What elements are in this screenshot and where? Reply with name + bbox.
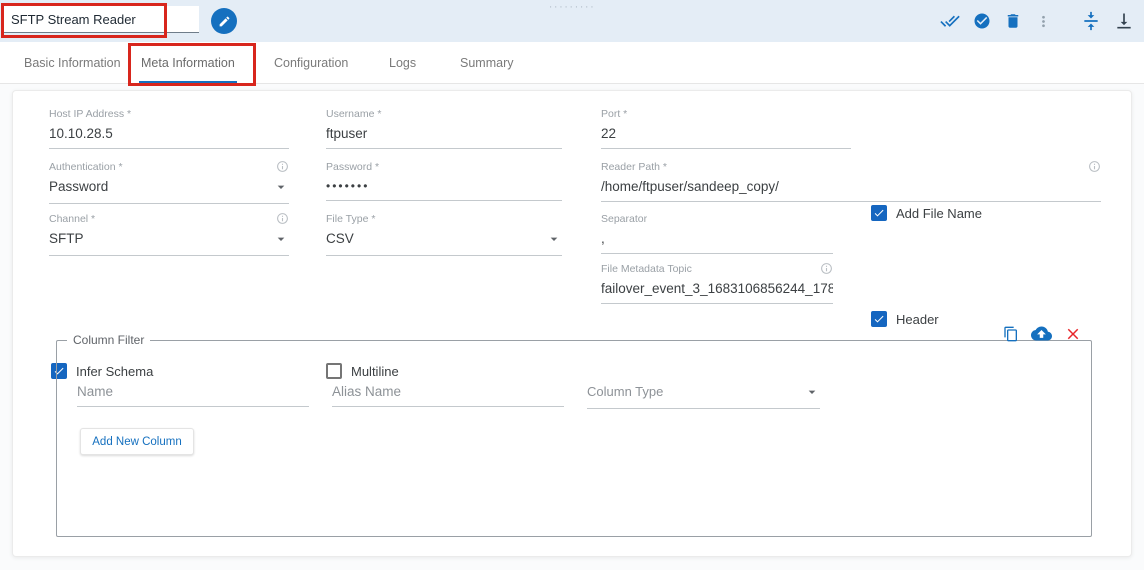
alias-name-input[interactable] — [332, 379, 564, 407]
file-type-label: File Type * — [326, 212, 376, 225]
toolbar-actions — [940, 0, 1134, 42]
add-new-column-button[interactable]: Add New Column — [80, 428, 194, 455]
drag-handle[interactable]: ········· — [549, 1, 595, 13]
channel-field: Channel * SFTP — [49, 211, 289, 256]
info-icon[interactable] — [276, 160, 289, 173]
info-icon[interactable] — [276, 212, 289, 225]
host-ip-input[interactable] — [49, 121, 289, 149]
meta-information-form-card: Host IP Address * Username * Port * Add … — [12, 90, 1132, 557]
file-type-field: File Type * CSV — [326, 211, 562, 256]
file-metadata-topic-field: File Metadata Topic — [601, 261, 833, 304]
header-checkbox[interactable]: Header — [871, 311, 939, 327]
reader-path-label: Reader Path * — [601, 160, 667, 173]
separator-input[interactable] — [601, 226, 833, 254]
add-file-name-checkbox[interactable]: Add File Name — [871, 205, 982, 221]
remove-icon[interactable] — [1064, 325, 1082, 343]
column-type-placeholder: Column Type — [587, 384, 664, 399]
checkbox-checked-icon — [871, 311, 887, 327]
tab-bar: Basic Information Meta Information Confi… — [0, 42, 1144, 86]
top-toolbar: ········· — [0, 0, 1144, 42]
chevron-down-icon — [804, 384, 820, 403]
authentication-value: Password — [49, 179, 109, 194]
vertical-align-bottom-icon[interactable] — [1114, 11, 1134, 31]
separator-label: Separator — [601, 212, 648, 225]
host-ip-label: Host IP Address * — [49, 107, 132, 120]
check-circle-icon[interactable] — [973, 12, 991, 30]
port-input[interactable] — [601, 121, 851, 149]
tab-logs[interactable]: Logs — [389, 42, 416, 83]
component-name-input[interactable] — [3, 6, 199, 33]
tab-basic-information[interactable]: Basic Information — [24, 42, 121, 83]
username-field: Username * — [326, 106, 562, 149]
chevron-down-icon — [273, 179, 289, 198]
authentication-label: Authentication * — [49, 160, 123, 173]
username-label: Username * — [326, 107, 382, 120]
column-type-field: Column Type — [587, 379, 820, 409]
password-field: Password * — [326, 159, 562, 201]
password-input[interactable] — [326, 174, 562, 201]
vertical-align-center-icon[interactable] — [1081, 11, 1101, 31]
channel-label: Channel * — [49, 212, 96, 225]
tab-configuration[interactable]: Configuration — [274, 42, 348, 83]
edit-name-button[interactable] — [211, 8, 237, 34]
username-input[interactable] — [326, 121, 562, 149]
info-icon[interactable] — [820, 262, 833, 275]
column-name-input[interactable] — [77, 379, 309, 407]
separator-field: Separator — [601, 211, 833, 254]
column-filter-group: Column Filter Column Type Add New Column — [56, 333, 1092, 537]
chevron-down-icon — [273, 231, 289, 250]
content-area: Host IP Address * Username * Port * Add … — [0, 84, 1144, 570]
host-ip-field: Host IP Address * — [49, 106, 289, 149]
column-filter-actions — [1003, 323, 1082, 344]
header-label: Header — [896, 311, 939, 327]
column-filter-legend: Column Filter — [73, 333, 145, 347]
tab-summary[interactable]: Summary — [460, 42, 513, 83]
channel-value: SFTP — [49, 231, 84, 246]
pencil-icon — [218, 15, 231, 28]
password-label: Password * — [326, 160, 380, 173]
port-field: Port * — [601, 106, 851, 149]
authentication-field: Authentication * Password — [49, 159, 289, 204]
cloud-upload-icon[interactable] — [1031, 323, 1052, 344]
chevron-down-icon — [546, 231, 562, 250]
authentication-select[interactable]: Password — [49, 174, 289, 204]
tab-meta-information[interactable]: Meta Information — [139, 42, 237, 84]
channel-select[interactable]: SFTP — [49, 226, 289, 256]
file-metadata-topic-label: File Metadata Topic — [601, 262, 692, 275]
info-icon[interactable] — [1088, 160, 1101, 173]
file-type-value: CSV — [326, 231, 354, 246]
column-name-field — [77, 379, 309, 407]
reader-path-input[interactable] — [601, 174, 1101, 202]
delete-icon[interactable] — [1004, 12, 1022, 30]
file-type-select[interactable]: CSV — [326, 226, 562, 256]
port-label: Port * — [601, 107, 628, 120]
reader-path-field: Reader Path * — [601, 159, 1101, 202]
checkbox-checked-icon — [871, 205, 887, 221]
alias-name-field — [332, 379, 564, 407]
more-options-icon[interactable] — [1035, 13, 1052, 30]
column-type-select[interactable]: Column Type — [587, 379, 820, 409]
add-file-name-label: Add File Name — [896, 205, 982, 221]
file-metadata-topic-input[interactable] — [601, 276, 833, 304]
double-check-icon[interactable] — [940, 11, 960, 31]
copy-icon[interactable] — [1003, 326, 1019, 342]
